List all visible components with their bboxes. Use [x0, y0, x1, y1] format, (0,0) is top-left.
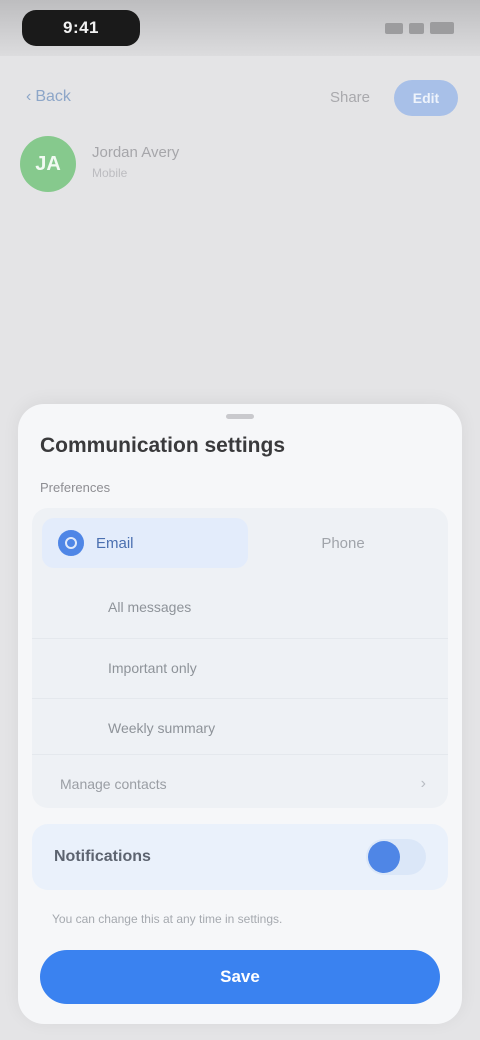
bottom-sheet: Communication settings Preferences Email…: [18, 404, 462, 1024]
sheet-grabber[interactable]: [226, 414, 254, 419]
option-label: All messages: [108, 599, 192, 615]
option-important-only[interactable]: Important only: [32, 638, 448, 696]
nav-bar: ‹ Back Share Edit: [0, 70, 480, 126]
back-label: Back: [35, 88, 71, 105]
share-button[interactable]: Share: [330, 89, 370, 106]
contact-name: Jordan Avery: [92, 144, 180, 161]
contact-subtitle: Mobile: [92, 166, 128, 180]
contact-card[interactable]: JA Jordan Avery Mobile: [20, 136, 460, 200]
segment-label: Email: [96, 534, 134, 552]
wifi-icon: [409, 22, 424, 34]
back-button[interactable]: ‹ Back: [26, 88, 71, 106]
signal-icon: [385, 22, 403, 34]
notifications-toggle[interactable]: [366, 839, 426, 875]
option-all-messages[interactable]: All messages: [32, 578, 448, 636]
segmented-control: Email Phone: [42, 518, 438, 568]
radio-selected-icon: [58, 530, 84, 556]
save-button[interactable]: Save: [40, 950, 440, 1004]
battery-icon: [430, 22, 454, 34]
chevron-left-icon: ‹: [26, 88, 32, 105]
option-label: Weekly summary: [108, 719, 216, 736]
footer-row-label: Manage contacts: [60, 775, 167, 792]
status-icons: [385, 20, 454, 36]
manage-contacts-row[interactable]: Manage contacts ›: [32, 754, 448, 812]
toggle-label: Notifications: [54, 848, 151, 865]
notifications-row: Notifications: [32, 824, 448, 890]
option-label: Important only: [108, 659, 197, 676]
status-time: 9:41: [22, 10, 140, 46]
caption-text: You can change this at any time in setti…: [52, 912, 283, 926]
options-group: Email Phone All messages Important only …: [32, 508, 448, 808]
segment-label: Phone: [321, 534, 365, 552]
section-label: Preferences: [40, 480, 111, 495]
edit-button[interactable]: Edit: [394, 80, 458, 116]
segment-email[interactable]: Email: [42, 518, 248, 568]
option-weekly-summary[interactable]: Weekly summary: [32, 698, 448, 756]
segment-phone[interactable]: Phone: [248, 518, 438, 568]
status-bar: 9:41: [0, 0, 480, 56]
sheet-title: Communication settings: [40, 434, 286, 457]
toggle-knob: [368, 841, 400, 873]
avatar: JA: [20, 136, 76, 192]
chevron-right-icon: ›: [420, 774, 426, 792]
